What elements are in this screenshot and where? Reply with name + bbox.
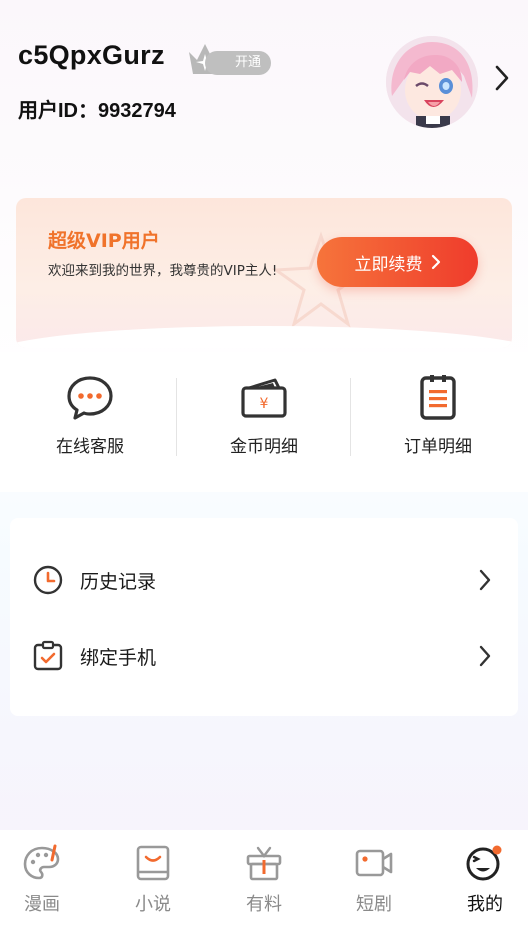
palette-icon [23,844,60,880]
menu-item-bind-phone[interactable]: 绑定手机 [10,626,518,686]
menu-item-label: 绑定手机 [80,646,157,669]
tab-short-drama[interactable]: 短剧 [321,844,427,916]
vip-banner: 超级VIP用户 欢迎来到我的世界，我尊贵的VIP主人! 立即续费 [16,198,512,348]
vip-description: 欢迎来到我的世界，我尊贵的VIP主人! [48,263,278,279]
profile-chevron-right-icon[interactable] [494,64,510,92]
video-camera-icon [355,849,393,877]
tab-comics[interactable]: 漫画 [0,844,95,916]
chat-bubble-icon [67,376,113,420]
menu-list: 历史记录 绑定手机 [10,518,518,716]
username: c5QpxGurz [18,40,165,70]
quick-action-label: 订单明细 [404,437,472,457]
quick-action-coin-details[interactable]: ¥ 金币明细 [176,374,352,464]
tab-featured[interactable]: 有料 [211,844,317,916]
svg-text:¥: ¥ [260,396,269,412]
tab-mine[interactable]: 我的 [432,844,528,916]
quick-action-label: 在线客服 [56,437,124,457]
renew-button-label: 立即续费 [354,254,423,275]
tab-novels[interactable]: 小说 [100,844,206,916]
vip-title: 超级VIP用户 [48,230,160,252]
menu-item-label: 历史记录 [80,570,157,593]
clipboard-check-icon [33,640,63,671]
tab-label: 短剧 [356,894,392,915]
renew-button[interactable]: 立即续费 [317,237,478,287]
vip-open-badge[interactable]: 开通 [183,38,275,78]
chevron-right-icon [479,645,491,667]
gift-icon [246,846,282,881]
smiley-face-icon [466,845,502,881]
quick-action-customer-service[interactable]: 在线客服 [2,374,178,464]
avatar[interactable] [386,36,478,128]
book-icon [136,845,170,881]
tab-label: 我的 [467,894,503,915]
tab-label: 漫画 [24,894,60,915]
user-id: 用户ID：9932794 [18,94,176,123]
user-id-value: 9932794 [98,100,176,122]
clipboard-list-icon [420,375,456,420]
wallet-icon: ¥ [241,378,287,418]
tab-label: 有料 [246,894,282,915]
user-id-label: 用户ID： [18,100,98,122]
vip-open-label: 开通 [205,51,271,75]
quick-action-label: 金币明细 [230,437,298,457]
profile-header: c5QpxGurz 开通 用户ID：9932794 [0,0,528,180]
tab-label: 小说 [135,894,171,915]
avatar-image [386,36,478,128]
bottom-tab-bar: 漫画 小说 有料 短剧 我的 [0,830,528,928]
quick-action-order-details[interactable]: 订单明细 [350,374,526,464]
clock-icon [33,565,63,595]
chevron-right-icon [479,569,491,591]
menu-item-history[interactable]: 历史记录 [10,550,518,610]
renew-chevron-icon [431,254,440,270]
quick-actions: 在线客服 ¥ 金币明细 订单明细 [0,352,528,492]
